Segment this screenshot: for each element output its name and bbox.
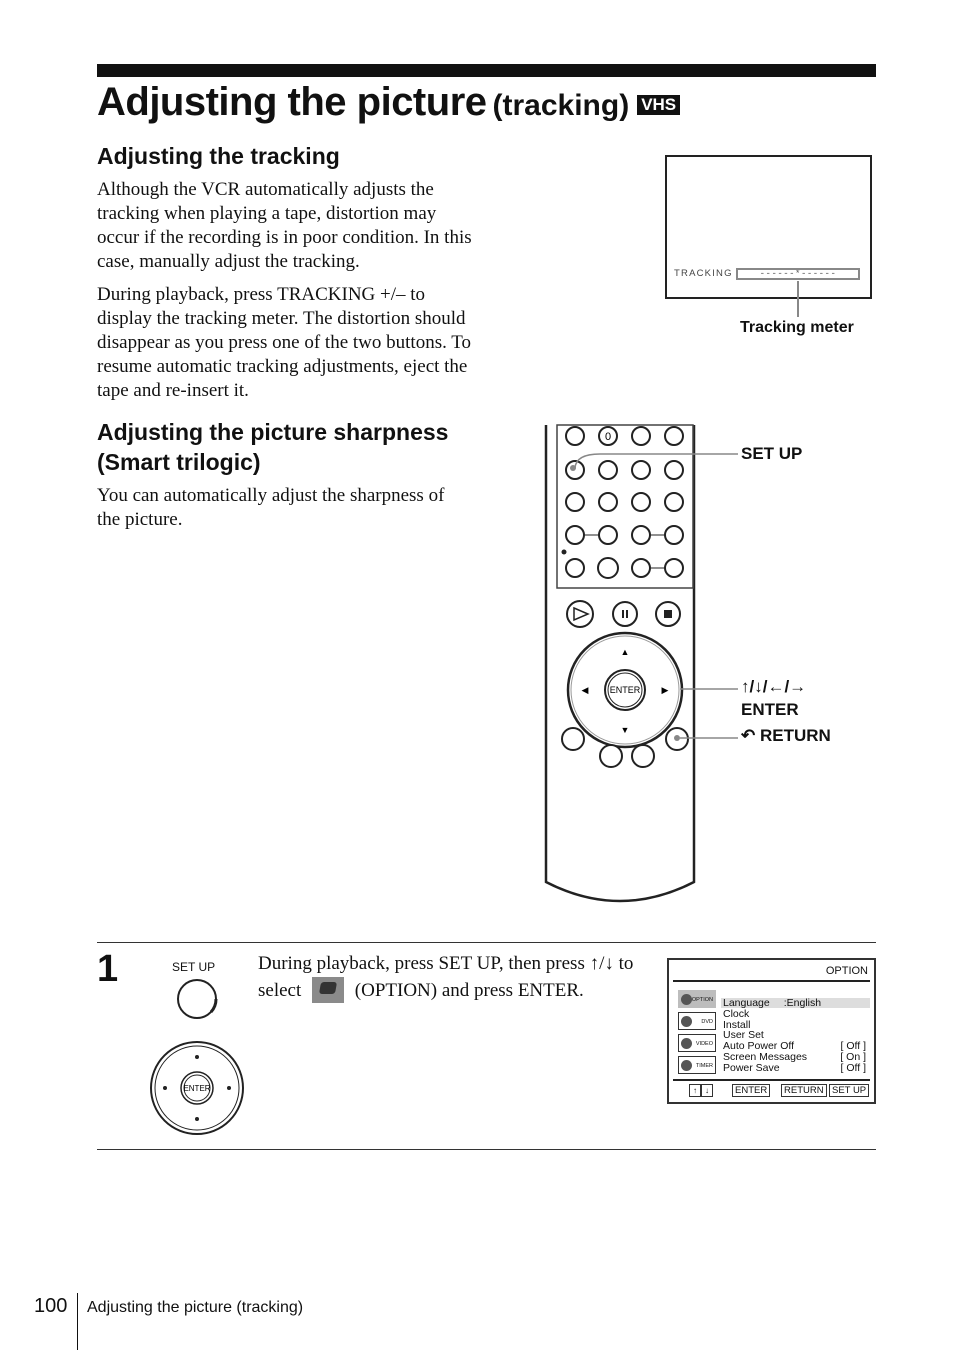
tracking-label: TRACKING bbox=[674, 268, 733, 279]
menu-up-button[interactable]: ↑ bbox=[689, 1084, 701, 1097]
menu-tab-timer[interactable]: TIMER bbox=[678, 1056, 716, 1074]
disc-icon bbox=[681, 1016, 692, 1027]
remote-key bbox=[598, 460, 618, 480]
footer-divider bbox=[77, 1293, 78, 1350]
menu-tab-video[interactable]: VIDEO bbox=[678, 1034, 716, 1052]
remote-key bbox=[631, 744, 655, 768]
remote-key bbox=[664, 460, 684, 480]
arrows-enter-callout: ↑/↓/←/→ ENTER bbox=[741, 675, 806, 721]
remote-pause-key bbox=[612, 601, 638, 627]
up-down-arrows-icon: ↑/↓ bbox=[589, 953, 614, 974]
remote-control-illustration: 0 ENTER ▲ ▼ ◀ ▶ bbox=[544, 424, 738, 903]
menu-tab-dvd[interactable]: DVD bbox=[678, 1012, 716, 1030]
step-text-1: During playback, press SET UP, then pres… bbox=[258, 953, 585, 974]
setup-callout: SET UP bbox=[741, 444, 803, 463]
remote-key bbox=[565, 426, 585, 446]
menu-tab-option[interactable]: OPTION bbox=[678, 990, 716, 1008]
menu-enter-button[interactable]: ENTER bbox=[732, 1084, 771, 1097]
tracking-meter-bar: ------*------ bbox=[736, 268, 860, 280]
remote-key bbox=[664, 492, 684, 512]
remote-key-slow-rev bbox=[565, 525, 585, 545]
return-label: RETURN bbox=[759, 726, 831, 745]
svg-text:▶: ▶ bbox=[662, 685, 669, 695]
menu-row-power-save[interactable]: Power Save[ Off ] bbox=[723, 1062, 866, 1074]
step-setup-label: SET UP bbox=[172, 960, 216, 974]
remote-zero-label: 0 bbox=[605, 431, 611, 443]
tracking-paragraph-2: During playback, press TRACKING +/– to d… bbox=[97, 284, 472, 401]
menu-footer: ↑ ↓ ENTER RETURN SET UP bbox=[689, 1084, 870, 1098]
return-icon: ↶ bbox=[741, 726, 756, 745]
setup-button-icon bbox=[177, 979, 217, 1019]
page-title: Adjusting the picture (tracking) VHS bbox=[97, 80, 681, 125]
tracking-paragraph-1: Although the VCR automatically adjusts t… bbox=[97, 179, 472, 272]
remote-key-ffwd bbox=[664, 525, 684, 545]
menu-down-button[interactable]: ↓ bbox=[701, 1084, 713, 1097]
enter-label: ENTER bbox=[741, 700, 799, 719]
step-text-3: (OPTION) and press ENTER. bbox=[350, 980, 584, 1001]
remote-key bbox=[597, 557, 619, 579]
remote-key bbox=[599, 744, 623, 768]
step-instruction: During playback, press SET UP, then pres… bbox=[258, 950, 638, 1004]
running-title: Adjusting the picture (tracking) bbox=[87, 1299, 304, 1316]
remote-key bbox=[565, 558, 585, 578]
remote-key bbox=[631, 426, 651, 446]
remote-key-slow-fwd bbox=[598, 525, 618, 545]
remote-enter-label: ENTER bbox=[610, 685, 641, 695]
sharpness-paragraph: You can automatically adjust the sharpne… bbox=[97, 485, 445, 530]
clock-icon bbox=[681, 1060, 692, 1071]
svg-text:▲: ▲ bbox=[621, 647, 630, 657]
remote-key bbox=[664, 426, 684, 446]
svg-text:◀: ◀ bbox=[582, 685, 589, 695]
step-divider-top bbox=[97, 942, 876, 943]
tracking-meter-caption: Tracking meter bbox=[740, 319, 854, 336]
tracking-leader-line bbox=[797, 281, 799, 317]
menu-title: OPTION bbox=[825, 965, 868, 977]
step-buttons-illustration: ENTER bbox=[150, 979, 244, 1135]
remote-key bbox=[631, 460, 651, 480]
option-icon bbox=[681, 994, 692, 1005]
menu-rows: Language:English Clock Install User Set … bbox=[723, 998, 866, 1074]
option-icon bbox=[312, 977, 345, 1003]
menu-return-button[interactable]: RETURN bbox=[781, 1084, 827, 1097]
remote-key bbox=[565, 492, 585, 512]
menu-row-clock[interactable]: Clock bbox=[723, 1008, 866, 1020]
video-icon bbox=[681, 1038, 692, 1049]
return-callout: ↶ RETURN bbox=[741, 726, 831, 746]
remote-key bbox=[598, 492, 618, 512]
page-title-sub: (tracking) bbox=[492, 89, 630, 122]
remote-key bbox=[631, 492, 651, 512]
arrows-label: ↑/↓/←/→ bbox=[741, 677, 807, 696]
remote-key-prev bbox=[631, 558, 651, 578]
pause-icon bbox=[622, 610, 624, 618]
menu-setup-button[interactable]: SET UP bbox=[829, 1084, 870, 1097]
step-divider-bottom bbox=[97, 1149, 876, 1150]
stop-icon bbox=[664, 610, 672, 618]
section-title-tracking: Adjusting the tracking bbox=[97, 143, 340, 169]
section-title-sharpness: Adjusting the picture sharpness (Smart t… bbox=[97, 419, 449, 475]
header-rule bbox=[97, 64, 876, 77]
vhs-badge: VHS bbox=[637, 95, 681, 115]
remote-key-rewind bbox=[631, 525, 651, 545]
page-number: 100 bbox=[34, 1295, 68, 1317]
remote-key bbox=[561, 727, 585, 751]
remote-key-next bbox=[664, 558, 684, 578]
option-menu-screen: OPTION OPTION DVD VIDEO TIMER Language:E… bbox=[667, 958, 876, 1104]
step-number: 1 bbox=[97, 948, 119, 990]
dpad-enter-label: ENTER bbox=[183, 1084, 210, 1093]
svg-text:▼: ▼ bbox=[621, 725, 630, 735]
page-title-main: Adjusting the picture bbox=[97, 80, 487, 124]
